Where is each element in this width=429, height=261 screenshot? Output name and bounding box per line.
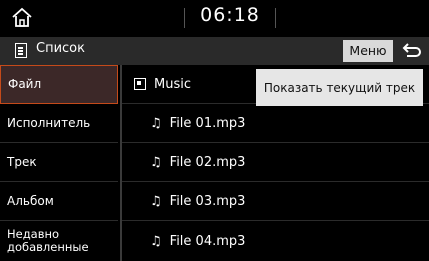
file-name: File 02.mp3 (169, 154, 246, 170)
music-note-icon: ♫ (150, 193, 162, 209)
back-button[interactable] (400, 40, 424, 62)
car-media-screen: 06:18 Список Меню Файл Исполнитель Трек … (0, 0, 429, 261)
clock: 06:18 (200, 4, 260, 26)
music-note-icon: ♫ (150, 115, 162, 131)
music-note-icon: ♫ (150, 154, 162, 170)
sidebar-item-album[interactable]: Альбом (0, 182, 118, 221)
file-name: File 04.mp3 (169, 233, 246, 249)
sidebar-item-label: Трек (7, 154, 37, 169)
popup-label: Показать текущий трек (263, 80, 416, 95)
file-name: File 03.mp3 (169, 193, 246, 209)
menu-button[interactable]: Меню (343, 40, 393, 62)
show-current-track-button[interactable]: Показать текущий трек (256, 69, 423, 106)
status-bar: 06:18 (0, 0, 429, 37)
list-item[interactable]: ♫ File 01.mp3 (122, 104, 429, 143)
list-item[interactable]: ♫ File 03.mp3 (122, 182, 429, 221)
sidebar-item-artist[interactable]: Исполнитель (0, 104, 118, 143)
music-note-icon: ♫ (150, 233, 162, 249)
file-name: File 01.mp3 (169, 115, 246, 131)
back-arrow-icon (402, 43, 421, 57)
sidebar-item-label: Альбом (7, 193, 54, 208)
sidebar-item-track[interactable]: Трек (0, 143, 118, 182)
category-sidebar: Файл Исполнитель Трек Альбом Недавно доб… (0, 65, 118, 261)
sidebar-item-label: Исполнитель (7, 115, 91, 130)
header-bar: Список Меню (0, 37, 429, 65)
list-item[interactable]: ♫ File 02.mp3 (122, 143, 429, 182)
home-button[interactable] (10, 6, 34, 30)
status-divider (275, 8, 276, 28)
sidebar-item-recently-added[interactable]: Недавно добавленные (0, 221, 118, 261)
sidebar-item-file[interactable]: Файл (0, 65, 118, 104)
home-icon (12, 7, 32, 27)
list-item[interactable]: ♫ File 04.mp3 (122, 221, 429, 261)
folder-name: Music (154, 76, 191, 92)
list-icon (15, 43, 27, 58)
sidebar-item-label: Файл (8, 77, 42, 91)
sidebar-item-label: Недавно добавленные (7, 227, 89, 254)
folder-icon (134, 78, 146, 90)
page-title: Список (36, 41, 85, 56)
